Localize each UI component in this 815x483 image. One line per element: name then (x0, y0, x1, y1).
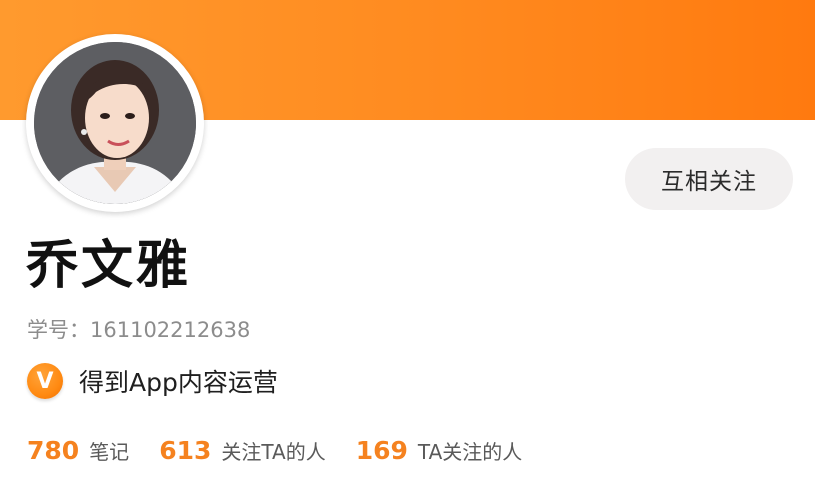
stats-row: 780 笔记 613 关注TA的人 169 TA关注的人 (27, 436, 552, 472)
stat-notes-label: 笔记 (89, 440, 130, 464)
avatar[interactable] (34, 42, 196, 204)
student-id-value: 161102212638 (90, 318, 251, 342)
stat-followers-label: 关注TA的人 (221, 440, 326, 464)
mutual-follow-button[interactable]: 互相关注 (625, 148, 793, 210)
stat-following-label: TA关注的人 (417, 440, 523, 464)
stat-followers-count: 613 (159, 436, 212, 465)
profile-name: 乔文雅 (26, 236, 192, 296)
stat-following[interactable]: 169 TA关注的人 (356, 436, 523, 465)
stat-followers[interactable]: 613 关注TA的人 (159, 436, 326, 465)
verified-v-icon: V (27, 363, 63, 399)
profile-page: 互相关注 乔文雅 学号： 161102212638 V 得到App内容运营 78… (0, 0, 815, 483)
verification-row: V 得到App内容运营 (27, 362, 278, 400)
stat-notes[interactable]: 780 笔记 (27, 436, 129, 465)
avatar-image (34, 42, 196, 204)
student-id: 学号： 161102212638 (27, 315, 250, 345)
stat-notes-count: 780 (27, 436, 80, 465)
stat-following-count: 169 (355, 436, 408, 465)
student-id-label: 学号： (27, 318, 90, 342)
verification-text: 得到App内容运营 (79, 368, 278, 397)
